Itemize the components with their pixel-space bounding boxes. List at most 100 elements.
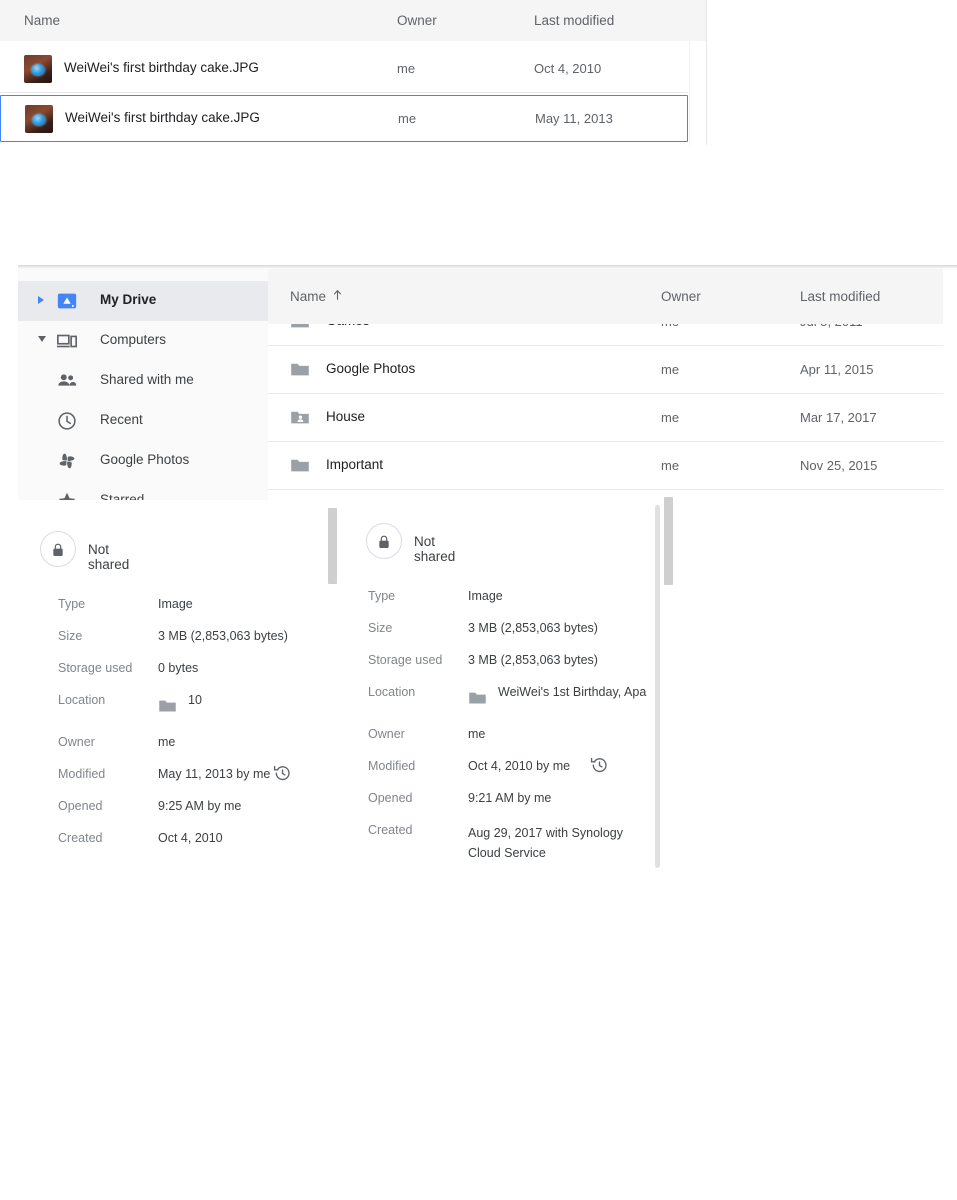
field-label: Owner — [368, 727, 405, 741]
field-label: Size — [58, 629, 83, 643]
field-label: Type — [368, 589, 396, 603]
table-row[interactable]: Google Photos me Apr 11, 2015 — [268, 346, 943, 394]
file-list-header: Name Owner Last modified — [268, 269, 943, 324]
field-value: 3 MB (2,853,063 bytes) — [468, 653, 598, 667]
folder-icon — [291, 459, 309, 472]
sort-ascending-arrow-icon[interactable] — [331, 288, 344, 302]
field-value: 9:21 AM by me — [468, 791, 552, 805]
computer-icon — [56, 334, 77, 348]
version-history-icon[interactable] — [590, 756, 609, 775]
file-name: Google Photos — [326, 361, 416, 376]
field-label: Opened — [368, 791, 413, 805]
table-row-selected[interactable]: WeiWei's first birthday cake.JPG me May … — [0, 95, 688, 142]
shared-folder-icon — [291, 411, 309, 424]
column-header-last-modified[interactable]: Last modified — [800, 289, 880, 304]
chevron-down-icon[interactable] — [38, 336, 46, 342]
sidebar-item-label: Computers — [100, 332, 167, 347]
file-owner: me — [661, 458, 680, 473]
field-value: Aug 29, 2017 with Synology Cloud Service — [468, 826, 623, 860]
panel-edge-divider — [706, 0, 707, 145]
table-row[interactable]: House me Mar 17, 2017 — [268, 394, 943, 442]
file-owner: me — [397, 61, 416, 76]
field-label: Modified — [58, 767, 106, 781]
details-panel-right: Not shared Type Image Size 3 MB (2,853,0… — [350, 505, 670, 885]
sidebar: My Drive Computers Shared with me Recent… — [18, 269, 268, 500]
sidebar-item-label: My Drive — [100, 292, 157, 307]
field-value: Image — [158, 597, 193, 611]
table-row[interactable]: Important me Nov 25, 2015 — [268, 442, 943, 490]
sidebar-item-label: Recent — [100, 412, 143, 427]
top-list-header: Name Owner Last modified — [0, 0, 707, 41]
folder-icon — [469, 692, 486, 704]
column-header-name[interactable]: Name — [24, 13, 60, 28]
version-history-icon[interactable] — [273, 764, 292, 783]
sidebar-item-recent[interactable]: Recent — [18, 401, 268, 441]
sidebar-item-my-drive[interactable]: My Drive — [18, 281, 268, 321]
file-last-modified: Mar 17, 2017 — [800, 410, 877, 425]
screenshot-root: Name Owner Last modified WeiWei's first … — [0, 0, 957, 1200]
people-icon — [58, 374, 77, 386]
sidebar-item-shared-with-me[interactable]: Shared with me — [18, 361, 268, 401]
field-value: Oct 4, 2010 — [158, 831, 223, 845]
drive-header: GoogleDrive Search Drive NEW My Drive — [0, 145, 957, 399]
file-last-modified: Apr 11, 2015 — [800, 362, 874, 377]
share-status-text: Not shared — [414, 534, 456, 564]
search-results-fragment: Name Owner Last modified WeiWei's first … — [0, 0, 707, 145]
field-value[interactable]: WeiWei's 1st Birthday, Apa — [498, 685, 646, 699]
folder-icon — [159, 700, 176, 712]
field-label: Storage used — [58, 661, 133, 675]
file-name: WeiWei's first birthday cake.JPG — [65, 110, 260, 125]
field-value: 9:25 AM by me — [158, 799, 242, 813]
table-row[interactable]: WeiWei's first birthday cake.JPG me Oct … — [0, 46, 688, 93]
file-thumbnail-image — [24, 55, 52, 83]
field-value: 3 MB (2,853,063 bytes) — [468, 621, 598, 635]
top-list-scrollbar[interactable] — [689, 41, 706, 145]
field-label: Modified — [368, 759, 416, 773]
lock-icon — [379, 535, 389, 548]
star-icon — [58, 492, 76, 500]
file-thumbnail-image — [25, 105, 53, 133]
details-panel-left: Not shared Type Image Size 3 MB (2,853,0… — [18, 505, 338, 875]
field-value: 0 bytes — [158, 661, 199, 675]
field-label: Owner — [58, 735, 95, 749]
column-header-name[interactable]: Name — [290, 289, 326, 304]
file-owner: me — [398, 111, 417, 126]
field-value: May 11, 2013 by me — [158, 767, 271, 781]
field-label: Storage used — [368, 653, 443, 667]
sidebar-item-starred[interactable]: Starred — [18, 481, 268, 500]
file-name: Important — [326, 457, 384, 472]
sidebar-item-label: Google Photos — [100, 452, 190, 467]
file-name: House — [326, 409, 366, 424]
file-last-modified: Nov 25, 2015 — [800, 458, 878, 473]
folder-icon — [291, 363, 309, 376]
file-name: WeiWei's first birthday cake.JPG — [64, 60, 259, 75]
lock-icon — [53, 543, 63, 556]
field-value: Oct 4, 2010 by me — [468, 759, 571, 773]
sidebar-item-label: Starred — [100, 492, 145, 500]
file-last-modified: May 11, 2013 — [535, 111, 613, 126]
clock-icon — [58, 412, 76, 430]
field-label: Size — [368, 621, 393, 635]
file-list: Name Owner Last modified Games me Jul 5,… — [268, 269, 957, 500]
field-label: Created — [368, 823, 413, 837]
sidebar-item-computers[interactable]: Computers — [18, 321, 268, 361]
details-right-scrollbar-track[interactable] — [655, 505, 660, 868]
field-value: me — [158, 735, 176, 749]
field-value: me — [468, 727, 486, 741]
field-label: Created — [58, 831, 103, 845]
details-right-scrollbar-thumb[interactable] — [664, 497, 673, 585]
photos-pinwheel-icon — [59, 453, 75, 469]
details-left-scrollbar-thumb[interactable] — [328, 508, 337, 584]
chevron-right-icon[interactable] — [38, 296, 44, 304]
column-header-owner[interactable]: Owner — [397, 13, 437, 28]
field-label: Opened — [58, 799, 103, 813]
column-header-owner[interactable]: Owner — [661, 289, 701, 304]
sidebar-item-google-photos[interactable]: Google Photos — [18, 441, 268, 481]
drive-icon — [57, 293, 77, 309]
sidebar-item-label: Shared with me — [100, 372, 194, 387]
field-label: Type — [58, 597, 86, 611]
field-value[interactable]: 10 — [188, 693, 202, 707]
column-header-last-modified[interactable]: Last modified — [534, 13, 614, 28]
share-status-text: Not shared — [88, 542, 130, 572]
field-label: Location — [58, 693, 106, 707]
